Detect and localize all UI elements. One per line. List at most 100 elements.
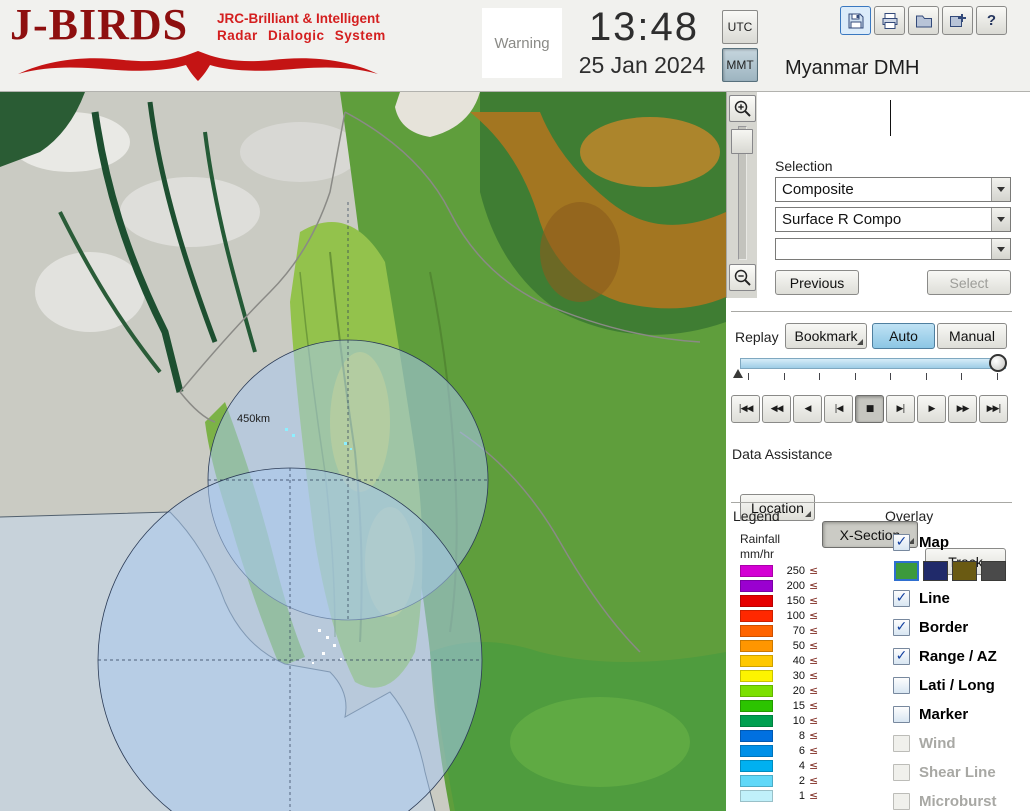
warning-button[interactable]: Warning	[482, 8, 562, 78]
map-style-swatch-1[interactable]	[894, 560, 919, 581]
text-caret[interactable]	[890, 100, 891, 136]
overlay-item-label: Map	[919, 534, 949, 551]
legend-color-swatch	[740, 579, 773, 592]
legend-value: 40	[792, 654, 805, 667]
step-back-button[interactable]: |◀	[824, 395, 853, 423]
topographic-map: 450km	[0, 92, 726, 811]
help-button[interactable]: ?	[976, 6, 1007, 35]
playback-controls: |◀◀ ◀◀ ◀ |◀ ■ ▶| ▶ ▶▶ ▶▶|	[731, 395, 1008, 423]
jump-to-end-button[interactable]: ▶▶|	[979, 395, 1008, 423]
open-file-button[interactable]	[908, 6, 939, 35]
print-button[interactable]	[874, 6, 905, 35]
checkbox[interactable]	[893, 648, 910, 665]
legend-row: 150 ≤	[740, 593, 818, 608]
manual-button[interactable]: Manual	[937, 323, 1007, 349]
select-button[interactable]: Select	[927, 270, 1011, 295]
lte-sign: ≤	[809, 684, 819, 697]
fast-rewind-button[interactable]: ◀◀	[762, 395, 791, 423]
fast-forward-button[interactable]: ▶▶	[948, 395, 977, 423]
replay-timeline-track[interactable]	[740, 358, 1006, 369]
legend-value: 50	[792, 639, 805, 652]
logo-subtitle-line1: JRC-Brilliant & Intelligent	[217, 11, 380, 26]
map-style-swatch-2[interactable]	[923, 560, 948, 581]
lte-sign: ≤	[809, 639, 819, 652]
timeline-tick	[890, 373, 892, 380]
logo-subtitle: JRC-Brilliant & Intelligent Radar Dialog…	[217, 11, 386, 45]
lte-sign: ≤	[809, 744, 819, 757]
play-reverse-button[interactable]: ◀	[793, 395, 822, 423]
timeline-ticks	[748, 373, 998, 381]
zoom-slider-thumb[interactable]	[731, 129, 753, 154]
checkbox[interactable]	[893, 619, 910, 636]
lte-sign: ≤	[809, 759, 819, 772]
map-style-swatch-3[interactable]	[952, 560, 977, 581]
checkbox[interactable]	[893, 590, 910, 607]
add-window-button[interactable]	[942, 6, 973, 35]
chevron-down-icon[interactable]	[991, 208, 1010, 231]
legend-row: 100 ≤	[740, 608, 818, 623]
replay-timeline-thumb[interactable]	[989, 354, 1007, 372]
selection-label: Selection	[775, 158, 833, 174]
previous-button[interactable]: Previous	[775, 270, 859, 295]
control-panel: Selection Composite Surface R Compo Prev…	[726, 92, 1030, 811]
utc-button[interactable]: UTC	[722, 10, 758, 44]
overlay-item-wind: Wind	[893, 729, 1028, 758]
lte-sign: ≤	[809, 564, 819, 577]
play-button[interactable]: ▶	[917, 395, 946, 423]
legend-row: 1 ≤	[740, 788, 818, 803]
checkbox[interactable]	[893, 677, 910, 694]
legend-label: Legend	[733, 508, 780, 524]
lte-sign: ≤	[809, 729, 819, 742]
composite-dropdown[interactable]: Composite	[775, 177, 1011, 202]
checkbox[interactable]	[893, 706, 910, 723]
overlay-item-label: Border	[919, 619, 969, 636]
legend-color-swatch	[740, 699, 773, 712]
overlay-item-label: Microburst	[919, 793, 997, 810]
product-dropdown[interactable]: Surface R Compo	[775, 207, 1011, 232]
checkbox[interactable]	[893, 534, 910, 551]
lte-sign: ≤	[809, 714, 819, 727]
save-icon	[848, 13, 863, 28]
radar-map[interactable]: 450km	[0, 92, 726, 811]
chevron-down-icon[interactable]	[991, 178, 1010, 201]
overlay-item-label: Line	[919, 590, 950, 607]
overlay-item-map: Map	[893, 528, 1028, 557]
printer-icon	[882, 12, 897, 29]
overlay-item-marker: Marker	[893, 700, 1028, 729]
checkbox	[893, 793, 910, 810]
eagle-logo-icon	[18, 51, 378, 81]
legend-value: 1	[798, 789, 805, 802]
chevron-down-icon[interactable]	[991, 239, 1010, 259]
divider	[731, 311, 1012, 312]
mmt-button[interactable]: MMT	[722, 48, 758, 82]
stop-button[interactable]: ■	[855, 395, 884, 423]
save-button[interactable]	[840, 6, 871, 35]
legend-color-swatch	[740, 714, 773, 727]
legend-color-swatch	[740, 609, 773, 622]
checkbox	[893, 764, 910, 781]
zoom-out-button[interactable]	[729, 264, 756, 291]
overlay-item-microburst: Microburst	[893, 787, 1028, 811]
option-dropdown[interactable]	[775, 238, 1011, 260]
overlay-item-label: Lati / Long	[919, 677, 995, 694]
legend-unit: Rainfall mm/hr	[740, 532, 780, 562]
legend-color-swatch	[740, 774, 773, 787]
map-style-swatch-4[interactable]	[981, 560, 1006, 581]
date-display: 25 Jan 2024	[578, 52, 706, 78]
legend-value: 70	[792, 624, 805, 637]
timeline-tick	[925, 373, 927, 380]
zoom-in-icon	[734, 100, 751, 117]
checkbox	[893, 735, 910, 752]
replay-label: Replay	[735, 329, 779, 345]
step-forward-button[interactable]: ▶|	[886, 395, 915, 423]
legend-color-swatch	[740, 789, 773, 802]
legend-value: 10	[792, 714, 805, 727]
jump-to-start-button[interactable]: |◀◀	[731, 395, 760, 423]
lte-sign: ≤	[809, 699, 819, 712]
zoom-in-button[interactable]	[729, 95, 756, 122]
lte-sign: ≤	[809, 654, 819, 667]
timeline-tick	[961, 373, 963, 380]
bookmark-button[interactable]: Bookmark	[785, 323, 867, 349]
auto-button[interactable]: Auto	[872, 323, 935, 349]
j-birds-app: J-BIRDS JRC-Brilliant & Intelligent Rada…	[0, 0, 1030, 811]
